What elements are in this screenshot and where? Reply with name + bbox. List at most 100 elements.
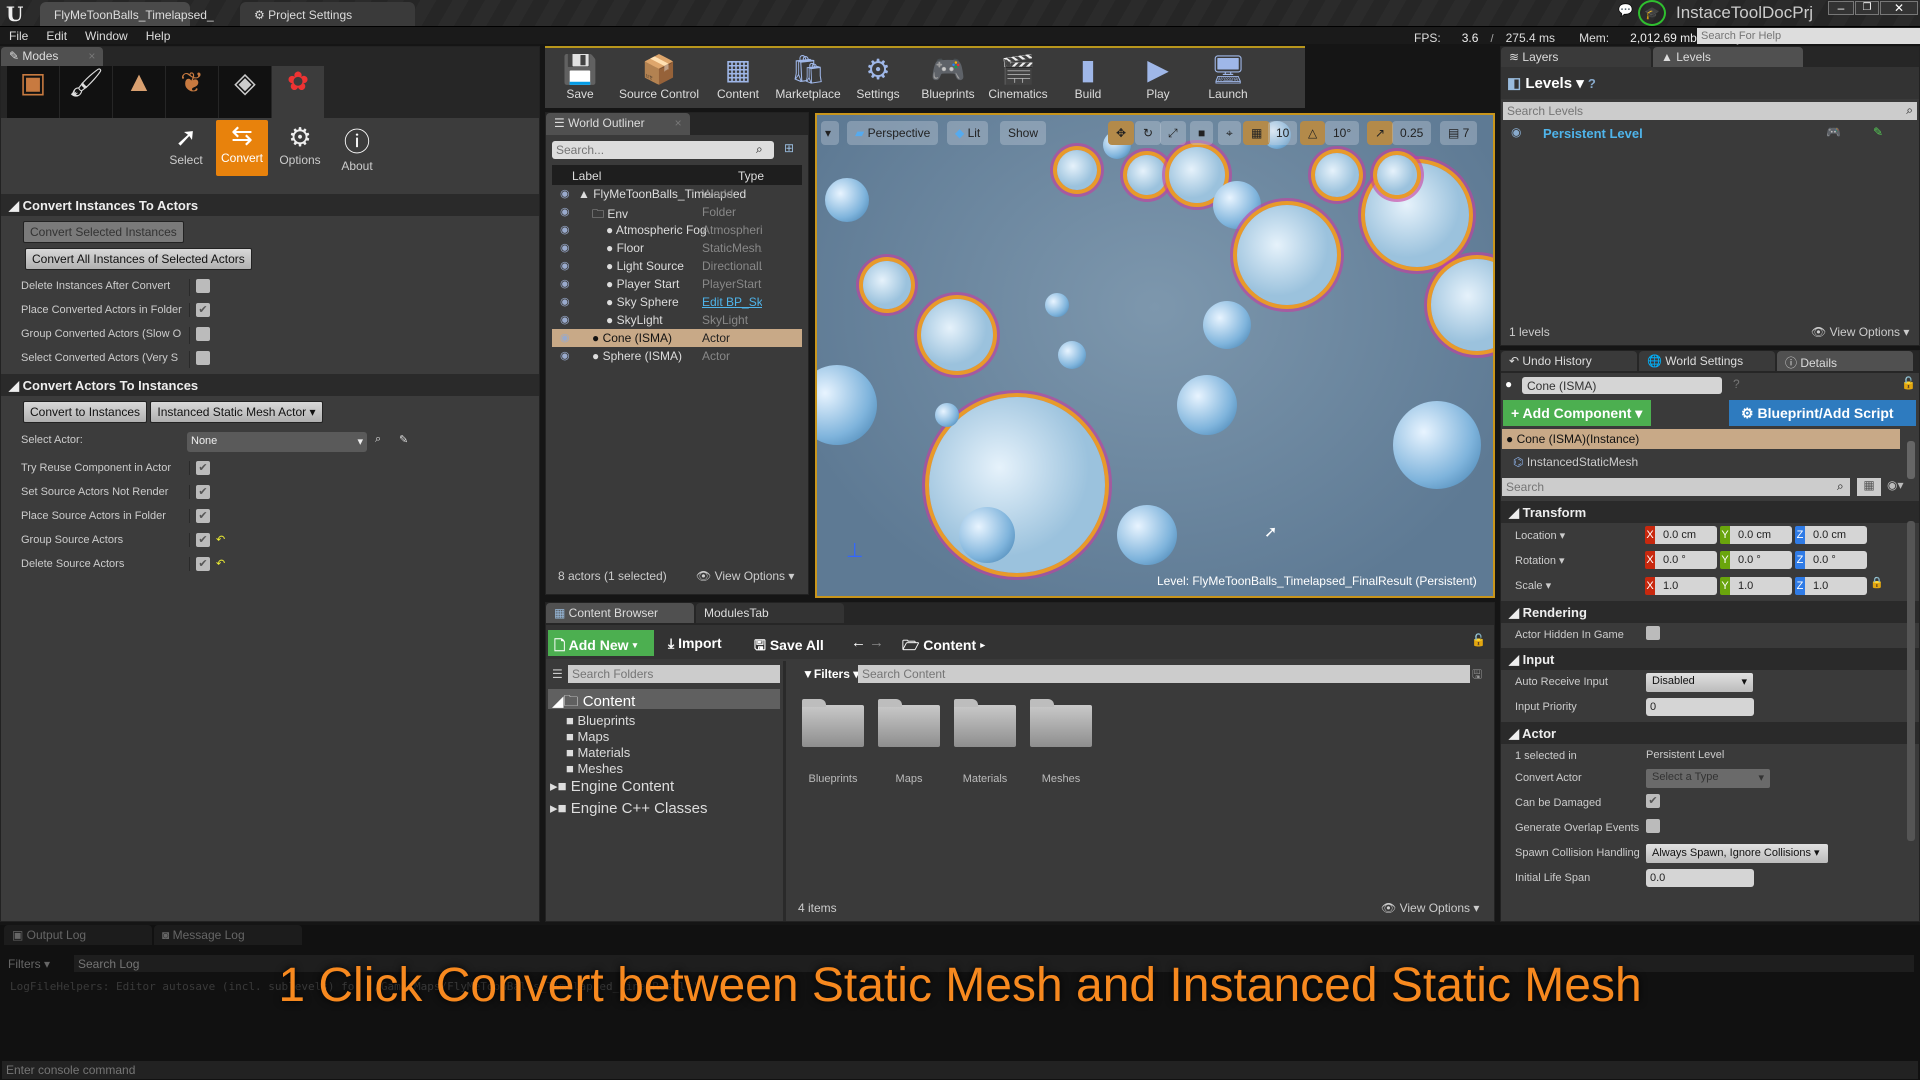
view-options-button[interactable]: 👁 View Options ▾ (1381, 901, 1479, 915)
tab-level[interactable]: FlyMeToonBalls_Timelapsed_ (40, 2, 214, 26)
tab-content-browser[interactable]: ▦ Content Browser (546, 603, 694, 623)
eye-icon[interactable]: ◉ (1511, 125, 1521, 139)
options-tool-button[interactable]: ⚙ Options (273, 122, 327, 167)
help-icon[interactable]: ? (1733, 377, 1740, 391)
row-type[interactable]: Edit BP_Sky_Sphere (702, 295, 762, 309)
lock-icon[interactable]: 🔓 (1901, 376, 1916, 390)
toolbar-marketplace-button[interactable]: 🛍 Marketplace (773, 51, 843, 101)
content-search-input[interactable] (858, 665, 1470, 683)
toolbar-launch-button[interactable]: 🖥 Launch (1193, 51, 1263, 101)
option-checkbox[interactable]: ✔ (196, 303, 210, 317)
toolbar-source-control-button[interactable]: 📦 Source Control (615, 51, 703, 101)
surface-snap-icon[interactable]: ⌖ (1218, 121, 1241, 145)
option-checkbox[interactable] (196, 351, 210, 365)
maximize-button[interactable]: ❐ (1855, 1, 1879, 15)
levels-search-input[interactable] (1503, 102, 1917, 120)
property-label[interactable]: Rotation ▾ (1515, 554, 1665, 567)
import-button[interactable]: ⤓ Import (668, 635, 722, 652)
tree-item-content[interactable]: ◢🗀 Content (548, 689, 780, 710)
world-local-icon[interactable]: ■ (1190, 121, 1214, 145)
scale-icon[interactable]: ⤢ (1160, 121, 1186, 145)
tab-output-log[interactable]: ▣ Output Log (4, 925, 152, 945)
section-header[interactable]: ◢ Transform (1501, 501, 1919, 523)
menu-edit[interactable]: Edit (37, 27, 76, 45)
tab-modules[interactable]: ModulesTab (696, 603, 844, 623)
console-command-input[interactable] (2, 1061, 1918, 1079)
camera-speed-button[interactable]: ▤ 7 (1440, 121, 1478, 145)
outliner-row[interactable]: ◉ ● Atmospheric FogAtmosphericFog (552, 221, 802, 239)
angle-value[interactable]: 10° (1325, 121, 1360, 145)
input-priority-field[interactable]: 0 (1646, 698, 1754, 716)
pencil-icon[interactable]: ✎ (1873, 125, 1883, 139)
tree-item[interactable]: ■ Materials (566, 745, 630, 760)
option-checkbox[interactable]: ✔ (196, 461, 210, 475)
outliner-row[interactable]: ◉ ● SkyLight SkyLight (552, 311, 802, 329)
filters-button[interactable]: ▼Filters ▾ (802, 667, 859, 681)
outliner-row[interactable]: ◉ ● Cone (ISMA) Actor (552, 329, 802, 347)
select-actor-combo[interactable]: None ▾ (187, 432, 367, 452)
tree-item[interactable]: ▸■ Engine Content (550, 777, 674, 795)
outliner-row[interactable]: ◉ ● Sky Sphere Edit BP_Sky_Sphere (552, 293, 802, 311)
reset-to-default-icon[interactable]: ↶ (216, 558, 225, 570)
forward-arrow-icon[interactable]: → (869, 634, 884, 651)
scale-snap-value[interactable]: 0.25 (1392, 121, 1432, 145)
blueprint-add-script-button[interactable]: ⚙ Blueprint/Add Script (1729, 400, 1916, 426)
add-folder-icon[interactable]: ⊞ (784, 141, 794, 155)
close-icon[interactable]: × (675, 116, 682, 130)
eye-icon[interactable]: ◉▾ (1887, 478, 1904, 492)
tree-item[interactable]: ■ Maps (566, 729, 609, 744)
visibility-eye-icon[interactable]: ◉ (560, 187, 570, 200)
visibility-eye-icon[interactable]: ◉ (560, 205, 570, 218)
option-checkbox[interactable]: ✔ (196, 533, 210, 547)
location-z-field[interactable]: Z 0.0 cm (1795, 526, 1867, 544)
rotation-x-field[interactable]: X 0.0 ° (1645, 551, 1717, 569)
asset-folder-icon[interactable] (802, 699, 864, 747)
folder-search-input[interactable] (568, 665, 780, 683)
scale-y-field[interactable]: Y 1.0 (1720, 577, 1792, 595)
translate-icon[interactable]: ✥ (1108, 121, 1135, 145)
chat-icon[interactable]: 💬 (1618, 3, 1633, 17)
generate-overlap-checkbox[interactable] (1646, 819, 1660, 833)
place-mode-icon[interactable]: ▣ (7, 66, 59, 118)
scale-z-field[interactable]: Z 1.0 (1795, 577, 1867, 595)
component-row[interactable]: ⌬ InstancedStaticMesh (1501, 449, 1919, 475)
show-button[interactable]: Show (1000, 121, 1047, 145)
tab-modes[interactable]: ✎ Modes × (1, 47, 104, 66)
section-header[interactable]: ◢ Input (1501, 648, 1919, 670)
convert-to-instances-button[interactable]: Convert to Instances (23, 401, 148, 423)
component-row-selected[interactable]: ● Cone (ISMA)(Instance) (1502, 429, 1900, 449)
learn-icon[interactable]: 🎓 (1638, 0, 1666, 26)
search-icon[interactable]: ⌕ (375, 433, 381, 446)
back-arrow-icon[interactable]: ← (851, 634, 866, 651)
option-checkbox[interactable]: ✔ (196, 485, 210, 499)
outliner-row[interactable]: ◉ ● Sphere (ISMA) Actor (552, 347, 802, 365)
menu-file[interactable]: File (0, 27, 37, 45)
visibility-eye-icon[interactable]: ◉ (560, 313, 570, 326)
outliner-row[interactable]: ◉ ● Light Source DirectionalLight (552, 257, 802, 275)
outliner-row[interactable]: ◉ 🗀 Env Folder (552, 203, 802, 221)
toolbar-blueprints-button[interactable]: 🎮 Blueprints (913, 51, 983, 101)
help-icon[interactable]: ? (1588, 76, 1596, 91)
close-icon[interactable]: × (88, 49, 95, 63)
rotate-icon[interactable]: ↻ (1135, 121, 1162, 145)
lock-icon[interactable]: 🔓 (1471, 633, 1486, 647)
label-column-header[interactable]: Label (572, 169, 601, 183)
toolbar-save-button[interactable]: 💾 Save (545, 51, 615, 101)
visibility-eye-icon[interactable]: ◉ (560, 223, 570, 236)
menu-window[interactable]: Window (76, 27, 137, 45)
location-y-field[interactable]: Y 0.0 cm (1720, 526, 1792, 544)
convert-actor-dropdown[interactable]: Select a Type ▾ (1646, 769, 1770, 788)
rotation-z-field[interactable]: Z 0.0 ° (1795, 551, 1867, 569)
toolbar-settings-button[interactable]: ⚙ Settings (843, 51, 913, 101)
view-options-button[interactable]: 👁 View Options ▾ (696, 569, 794, 583)
property-label[interactable]: Scale ▾ (1515, 579, 1665, 592)
option-checkbox[interactable]: ✔ (196, 509, 210, 523)
section-header[interactable]: ◢ Convert Instances To Actors (1, 194, 539, 216)
option-checkbox[interactable]: ✔ (196, 557, 210, 571)
convert-selected-instances-button[interactable]: Convert Selected Instances (23, 221, 184, 243)
outliner-row[interactable]: ◉ ● Player Start PlayerStart (552, 275, 802, 293)
menu-help[interactable]: Help (137, 27, 180, 45)
asset-folder-icon[interactable] (1030, 699, 1092, 747)
angle-snap-icon[interactable]: △ (1300, 121, 1326, 145)
tree-item[interactable]: ■ Meshes (566, 761, 623, 776)
